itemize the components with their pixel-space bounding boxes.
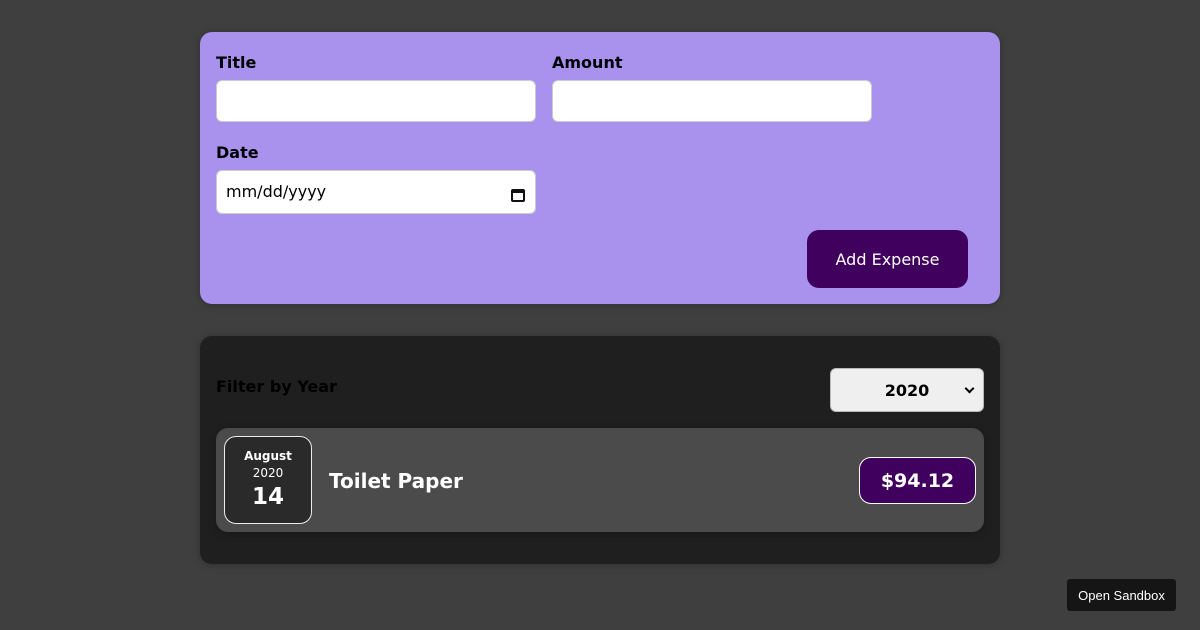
expense-date-day: 14: [251, 484, 284, 510]
expense-title: Toilet Paper: [329, 469, 463, 493]
year-select-value: 2020: [884, 380, 930, 400]
expense-date: August 2020 14: [224, 436, 312, 524]
date-control: Date mm/dd/yyyy: [216, 143, 536, 214]
title-control: Title: [216, 53, 536, 122]
add-expense-button[interactable]: Add Expense: [807, 230, 968, 288]
expense-date-month: August: [244, 449, 292, 463]
date-label: Date: [216, 143, 259, 162]
year-select[interactable]: 2020: [830, 368, 984, 412]
amount-input[interactable]: [552, 80, 872, 122]
amount-control: Amount: [552, 53, 872, 122]
new-expense-form: Title Amount Date mm/dd/yyyy Add Expense: [200, 32, 1000, 304]
date-input[interactable]: [216, 170, 536, 214]
title-label: Title: [216, 53, 257, 72]
expense-date-year: 2020: [252, 466, 284, 480]
title-input[interactable]: [216, 80, 536, 122]
amount-label: Amount: [552, 53, 623, 72]
expense-price: $94.12: [859, 457, 976, 504]
expense-item: August 2020 14 Toilet Paper $94.12: [216, 428, 984, 532]
open-sandbox-button[interactable]: Open Sandbox: [1067, 579, 1176, 611]
filter-label: Filter by Year: [216, 377, 337, 396]
chevron-down-icon: [964, 383, 975, 394]
expenses-card: Filter by Year 2020 August 2020 14 Toile…: [200, 336, 1000, 564]
